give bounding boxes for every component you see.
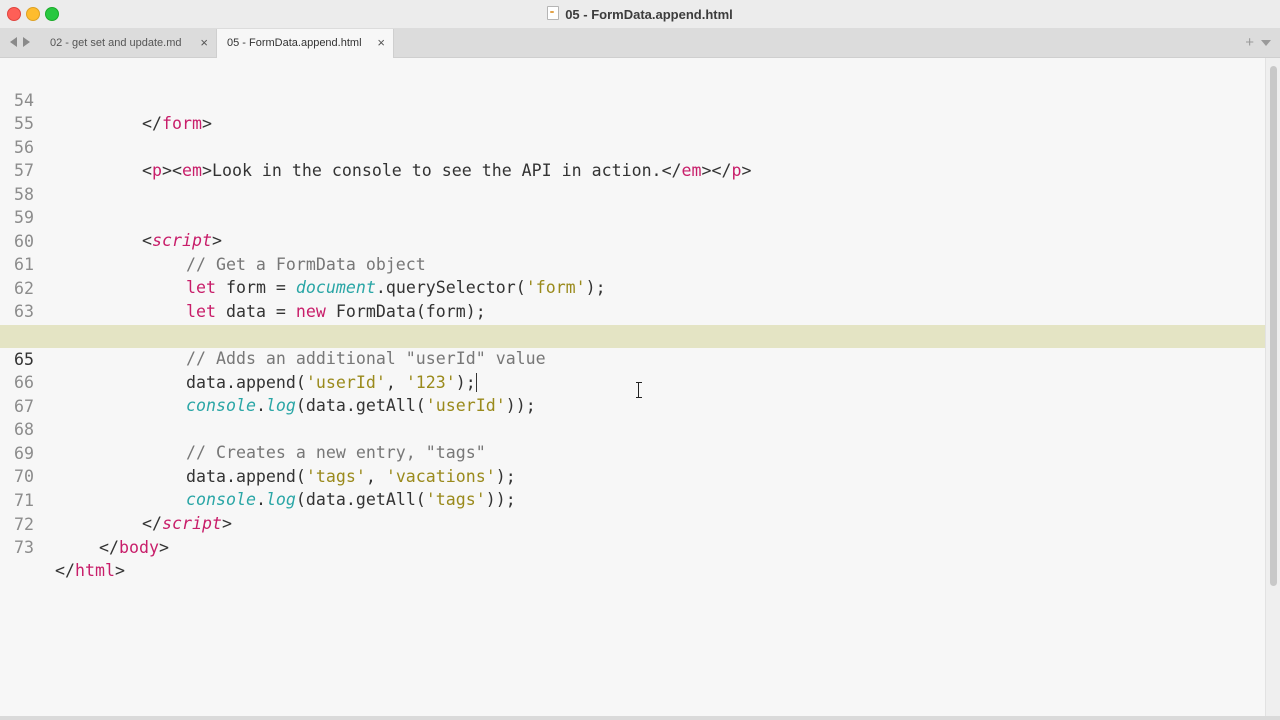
line-number: 73 xyxy=(14,538,34,557)
code-line[interactable]: 70 console.log(data.getAll('tags')); xyxy=(0,442,1266,509)
code-line[interactable]: 54 </form> xyxy=(0,66,1266,133)
code-line-current[interactable]: 65 data.append('userId', '123'); xyxy=(0,325,1266,392)
code-line[interactable]: 66 console.log(data.getAll('userId')); xyxy=(0,348,1266,415)
code-line[interactable]: 63 xyxy=(0,277,1266,321)
window-title-text: 05 - FormData.append.html xyxy=(565,7,733,22)
scrollbar-thumb[interactable] xyxy=(1270,66,1277,586)
tab-label: 05 - FormData.append.html xyxy=(227,37,362,49)
code-editor[interactable]: 54 </form> 55 56 <p><em>Look in the cons… xyxy=(0,58,1280,716)
code-line[interactable]: 58 xyxy=(0,160,1266,204)
code-line[interactable]: 67 xyxy=(0,372,1266,416)
code-line[interactable]: 71 </script> xyxy=(0,466,1266,533)
code-line[interactable]: 61 let form = document.querySelector('fo… xyxy=(0,230,1266,297)
code-line[interactable]: 64 // Adds an additional "userId" value xyxy=(0,301,1266,368)
code-line[interactable]: 68 // Creates a new entry, "tags" xyxy=(0,395,1266,462)
tab-formdata-append[interactable]: 05 - FormData.append.html × xyxy=(216,29,394,58)
tab-label: 02 - get set and update.md xyxy=(50,37,182,49)
code-line[interactable]: 72 </body> xyxy=(0,490,1266,557)
status-bar xyxy=(0,716,1280,720)
code-line[interactable]: 56 <p><em>Look in the console to see the… xyxy=(0,113,1266,180)
code-line[interactable]: 55 xyxy=(0,89,1266,133)
line-content: </body> xyxy=(99,538,169,557)
tab-close-icon[interactable]: × xyxy=(200,29,208,57)
code-line[interactable]: 60 // Get a FormData object xyxy=(0,207,1266,274)
tab-menu-icon[interactable] xyxy=(1261,40,1271,46)
nav-forward-icon[interactable] xyxy=(23,37,30,47)
text-cursor-icon xyxy=(636,382,642,398)
code-line[interactable]: 57 xyxy=(0,136,1266,180)
tab-bar: 02 - get set and update.md × 05 - FormDa… xyxy=(0,29,1280,58)
code-line[interactable]: 69 data.append('tags', 'vacations'); xyxy=(0,419,1266,486)
code-line[interactable]: 59 <script> xyxy=(0,183,1266,250)
new-tab-icon[interactable]: + xyxy=(1245,35,1254,50)
tab-get-set-update[interactable]: 02 - get set and update.md × xyxy=(40,29,216,57)
title-bar: 05 - FormData.append.html xyxy=(0,0,1280,29)
line-content: </html> xyxy=(55,561,125,580)
window-title: 05 - FormData.append.html xyxy=(0,6,1280,22)
code-line[interactable]: 73 </html> xyxy=(0,513,1266,580)
nav-back-icon[interactable] xyxy=(10,37,17,47)
document-icon xyxy=(547,6,560,20)
code-line[interactable]: 62 let data = new FormData(form); xyxy=(0,254,1266,321)
tab-close-icon[interactable]: × xyxy=(377,29,385,57)
